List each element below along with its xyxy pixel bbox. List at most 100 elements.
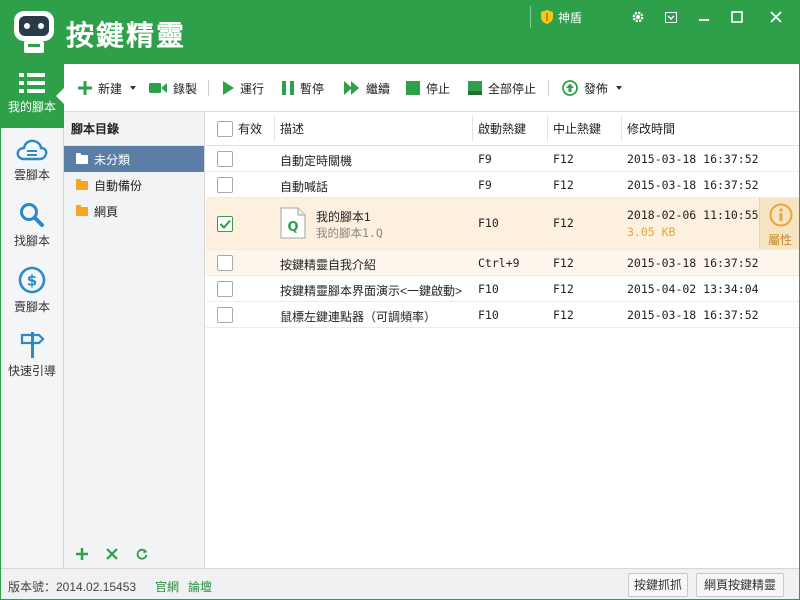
stop-all-button[interactable]: 全部停止 <box>468 78 536 98</box>
nav-cloud-scripts[interactable]: 雲腳本 <box>0 130 64 192</box>
script-file-icon: Q <box>280 207 306 239</box>
dollar-icon: $ <box>18 266 46 294</box>
shield-icon <box>541 10 553 24</box>
nav-sell-scripts[interactable]: $ 賣腳本 <box>0 258 64 320</box>
catalog-actions <box>64 540 204 568</box>
modified-time: 2015-03-18 16:37:52 <box>627 256 759 270</box>
delete-folder-icon[interactable] <box>106 548 118 560</box>
script-description: 鼠標左鍵連點器（可調頻率） <box>280 310 437 324</box>
properties-button[interactable]: 屬性 <box>759 198 800 249</box>
table-row[interactable]: 鼠標左鍵連點器（可調頻率） F10 F12 2015-03-18 16:37:5… <box>206 302 800 328</box>
gear-icon <box>632 11 644 23</box>
skin-button[interactable] <box>657 4 685 30</box>
script-description: 自動喊話 <box>280 180 329 194</box>
minimize-button[interactable] <box>690 4 718 30</box>
status-bar: 版本號：2014.02.15453 官網 論壇 按鍵抓抓 網頁按鍵精靈 <box>0 568 800 600</box>
row-checkbox[interactable] <box>217 255 233 271</box>
refresh-icon[interactable] <box>136 548 148 560</box>
table-row[interactable]: 按鍵精靈自我介紹 Ctrl+9 F12 2015-03-18 16:37:52 <box>206 250 800 276</box>
table-row[interactable]: 自動定時關機 F9 F12 2015-03-18 16:37:52 <box>206 146 800 172</box>
catalog-title: 腳本目錄 <box>64 112 204 146</box>
video-camera-icon <box>149 83 167 93</box>
column-header: 有效 <box>238 122 263 136</box>
close-icon <box>770 11 782 23</box>
row-checkbox[interactable] <box>217 177 233 193</box>
script-description: 按鍵精靈腳本界面演示<一鍵啟動> <box>280 284 463 298</box>
folder-label: 自動備份 <box>94 178 143 193</box>
publish-button[interactable]: 發佈 <box>562 78 623 98</box>
start-hotkey: F9 <box>478 152 492 166</box>
row-checkbox[interactable] <box>217 307 233 323</box>
stop-hotkey: F12 <box>553 308 574 322</box>
fast-forward-icon <box>344 81 359 95</box>
column-header: 啟動熱鍵 <box>478 122 527 136</box>
modified-time: 2015-03-18 16:37:52 <box>627 178 759 192</box>
start-hotkey: F10 <box>478 282 499 296</box>
key-capture-button[interactable]: 按鍵抓抓 <box>628 573 688 597</box>
maximize-button[interactable] <box>723 4 751 30</box>
folder-item[interactable]: 自動備份 <box>64 172 204 198</box>
folder-icon <box>76 152 88 164</box>
add-folder-icon[interactable] <box>76 548 88 560</box>
script-description: 自動定時關機 <box>280 154 353 168</box>
version-text: 版本號：2014.02.15453 <box>8 580 137 594</box>
row-checkbox[interactable] <box>217 281 233 297</box>
start-hotkey: F9 <box>478 178 492 192</box>
skin-icon <box>665 11 677 23</box>
file-size: 3.05 KB <box>627 225 676 239</box>
toolbar-divider <box>548 80 549 96</box>
row-checkbox-checked[interactable] <box>217 216 233 232</box>
forum-link[interactable]: 論壇 <box>188 578 212 595</box>
continue-button[interactable]: 繼續 <box>344 78 390 98</box>
nav-find-scripts[interactable]: 找腳本 <box>0 194 64 256</box>
nav-label: 雲腳本 <box>13 168 50 182</box>
official-site-link[interactable]: 官網 <box>155 578 179 595</box>
table-row[interactable]: 自動喊話 F9 F12 2015-03-18 16:37:52 <box>206 172 800 198</box>
script-description: 按鍵精靈自我介紹 <box>280 258 377 272</box>
settings-button[interactable] <box>624 4 652 30</box>
run-button[interactable]: 運行 <box>222 78 264 98</box>
row-checkbox[interactable] <box>217 151 233 167</box>
select-all-checkbox[interactable] <box>217 121 233 137</box>
modified-time: 2015-03-18 16:37:52 <box>627 308 759 322</box>
stop-hotkey: F12 <box>553 216 574 230</box>
minimize-icon <box>699 19 709 21</box>
table-header: 有效 描述 啟動熱鍵 中止熱鍵 修改時間 <box>206 112 800 146</box>
svg-text:Q: Q <box>287 220 298 235</box>
new-button[interactable]: 新建 <box>78 78 137 98</box>
table-row[interactable]: 按鍵精靈腳本界面演示<一鍵啟動> F10 F12 2015-04-02 13:3… <box>206 276 800 302</box>
svg-text:$: $ <box>27 272 37 290</box>
shield-label: 神盾 <box>558 10 583 25</box>
nav-label: 我的腳本 <box>7 100 56 114</box>
start-hotkey: Ctrl+9 <box>478 256 520 270</box>
signpost-icon <box>20 332 45 358</box>
play-icon <box>223 81 234 95</box>
nav-label: 賣腳本 <box>13 300 50 314</box>
pause-label: 暫停 <box>300 81 325 96</box>
title-bar: 按鍵精靈 神盾 <box>0 0 800 64</box>
stop-icon <box>406 81 420 95</box>
search-icon <box>20 203 44 227</box>
folder-item[interactable]: 網頁 <box>64 198 204 224</box>
column-header: 描述 <box>280 122 305 136</box>
record-button[interactable]: 錄製 <box>149 78 197 98</box>
folder-item[interactable]: 未分類 <box>64 146 204 172</box>
stop-button[interactable]: 停止 <box>406 78 450 98</box>
info-icon <box>769 203 793 227</box>
start-hotkey: F10 <box>478 308 499 322</box>
script-table: 有效 描述 啟動熱鍵 中止熱鍵 修改時間 自動定時關機 F9 F12 2015-… <box>206 112 800 568</box>
nav-label: 找腳本 <box>13 234 50 248</box>
nav-my-scripts[interactable]: 我的腳本 <box>0 64 64 128</box>
plus-icon <box>78 81 92 95</box>
stop-hotkey: F12 <box>553 152 574 166</box>
nav-quick-guide[interactable]: 快速引導 <box>0 322 64 384</box>
web-keymaster-button[interactable]: 網頁按鍵精靈 <box>696 573 784 597</box>
script-description: 我的腳本1 <box>316 210 371 224</box>
shield-button[interactable]: 神盾 <box>540 6 582 28</box>
robot-logo-icon <box>14 11 54 53</box>
close-button[interactable] <box>762 4 790 30</box>
modified-time: 2015-04-02 13:34:04 <box>627 282 759 296</box>
table-row-selected[interactable]: Q 我的腳本1 我的腳本1.Q F10 F12 2018-02-06 11:10… <box>206 198 800 250</box>
toolbar: 新建 錄製 運行 暫停 繼續 停止 全部停止 發佈 <box>64 64 800 112</box>
pause-button[interactable]: 暫停 <box>282 78 324 98</box>
